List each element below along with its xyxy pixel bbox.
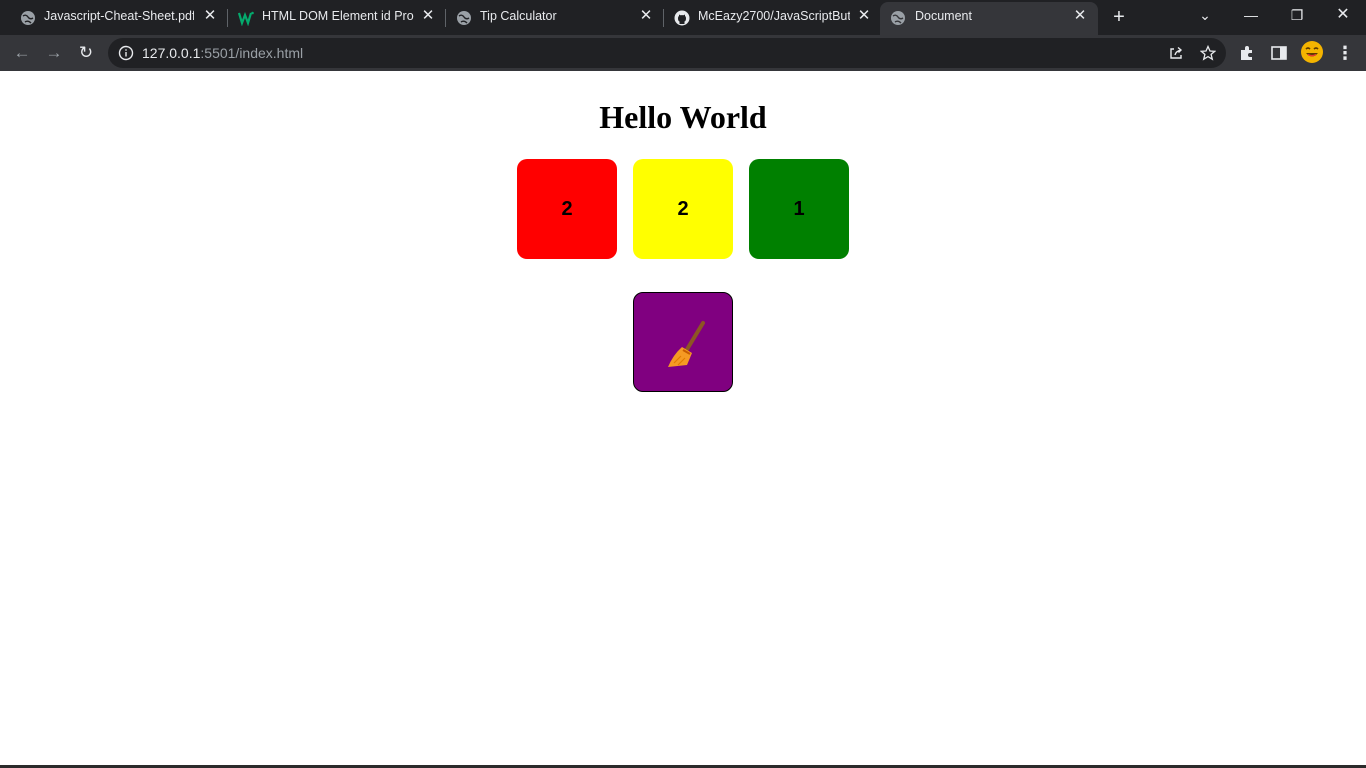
tab-title: Document xyxy=(915,9,972,23)
tab-title: Tip Calculator xyxy=(480,9,557,23)
close-window-button[interactable]: ✕ xyxy=(1320,0,1366,30)
tab-title: McEazy2700/JavaScriptButto xyxy=(698,9,850,23)
profile-avatar-icon[interactable] xyxy=(1300,40,1324,64)
restore-button[interactable]: ❐ xyxy=(1274,0,1320,30)
url-host: 127.0.0.1 xyxy=(142,45,201,61)
counter-value: 2 xyxy=(561,197,573,220)
extensions-puzzle-icon[interactable] xyxy=(1238,44,1256,62)
close-tab-icon[interactable]: ✕ xyxy=(638,8,654,24)
tab-strip: Javascript-Cheat-Sheet.pdf ✕ HTML DOM El… xyxy=(0,0,1366,35)
side-panel-icon[interactable] xyxy=(1270,44,1288,62)
w3schools-icon xyxy=(238,11,254,26)
tab-document[interactable]: Document ✕ xyxy=(880,2,1098,35)
url-path: :5501/index.html xyxy=(200,45,304,61)
tab-github-repo[interactable]: McEazy2700/JavaScriptButto ✕ xyxy=(664,0,878,35)
close-tab-icon[interactable]: ✕ xyxy=(420,8,436,24)
more-menu-icon[interactable]: ⋮ xyxy=(1336,42,1354,64)
reload-button[interactable]: ↻ xyxy=(73,40,99,66)
url-text: 127.0.0.1:5501/index.html xyxy=(142,45,303,61)
address-bar[interactable]: 127.0.0.1:5501/index.html xyxy=(108,38,1226,68)
counter-box-red[interactable]: 2 xyxy=(517,159,617,259)
globe-icon xyxy=(457,11,471,25)
github-icon xyxy=(674,10,690,26)
tab-title: Javascript-Cheat-Sheet.pdf xyxy=(44,9,194,23)
tab-search-chevron-icon[interactable]: ⌄ xyxy=(1182,0,1228,30)
page-viewport: Hello World 2 2 1 xyxy=(0,71,1366,765)
globe-icon xyxy=(891,11,905,25)
close-tab-icon[interactable]: ✕ xyxy=(202,8,218,24)
tab-tip-calculator[interactable]: Tip Calculator ✕ xyxy=(446,0,664,35)
tab-javascript-cheat-sheet[interactable]: Javascript-Cheat-Sheet.pdf ✕ xyxy=(0,0,228,35)
counter-box-yellow[interactable]: 2 xyxy=(633,159,733,259)
minimize-button[interactable]: — xyxy=(1228,0,1274,30)
page-heading: Hello World xyxy=(599,99,767,135)
back-button[interactable]: ← xyxy=(9,40,35,66)
broom-icon xyxy=(668,321,705,367)
site-info-icon[interactable] xyxy=(118,45,134,61)
counter-box-green[interactable]: 1 xyxy=(749,159,849,259)
tab-title: HTML DOM Element id Prope xyxy=(262,9,414,23)
new-tab-button[interactable]: + xyxy=(1109,7,1129,27)
counter-value: 2 xyxy=(677,197,689,220)
close-tab-icon[interactable]: ✕ xyxy=(856,8,872,24)
browser-toolbar: ← → ↻ 127.0.0.1:5501/index.html ⋮ xyxy=(0,35,1366,71)
bookmark-star-icon[interactable] xyxy=(1200,45,1216,61)
globe-icon xyxy=(21,11,35,25)
share-icon[interactable] xyxy=(1168,45,1184,61)
reset-button[interactable] xyxy=(633,292,733,392)
tab-html-dom-element-id[interactable]: HTML DOM Element id Prope ✕ xyxy=(228,0,446,35)
forward-button[interactable]: → xyxy=(41,40,67,66)
close-tab-icon[interactable]: ✕ xyxy=(1072,8,1088,24)
counter-value: 1 xyxy=(793,197,805,220)
